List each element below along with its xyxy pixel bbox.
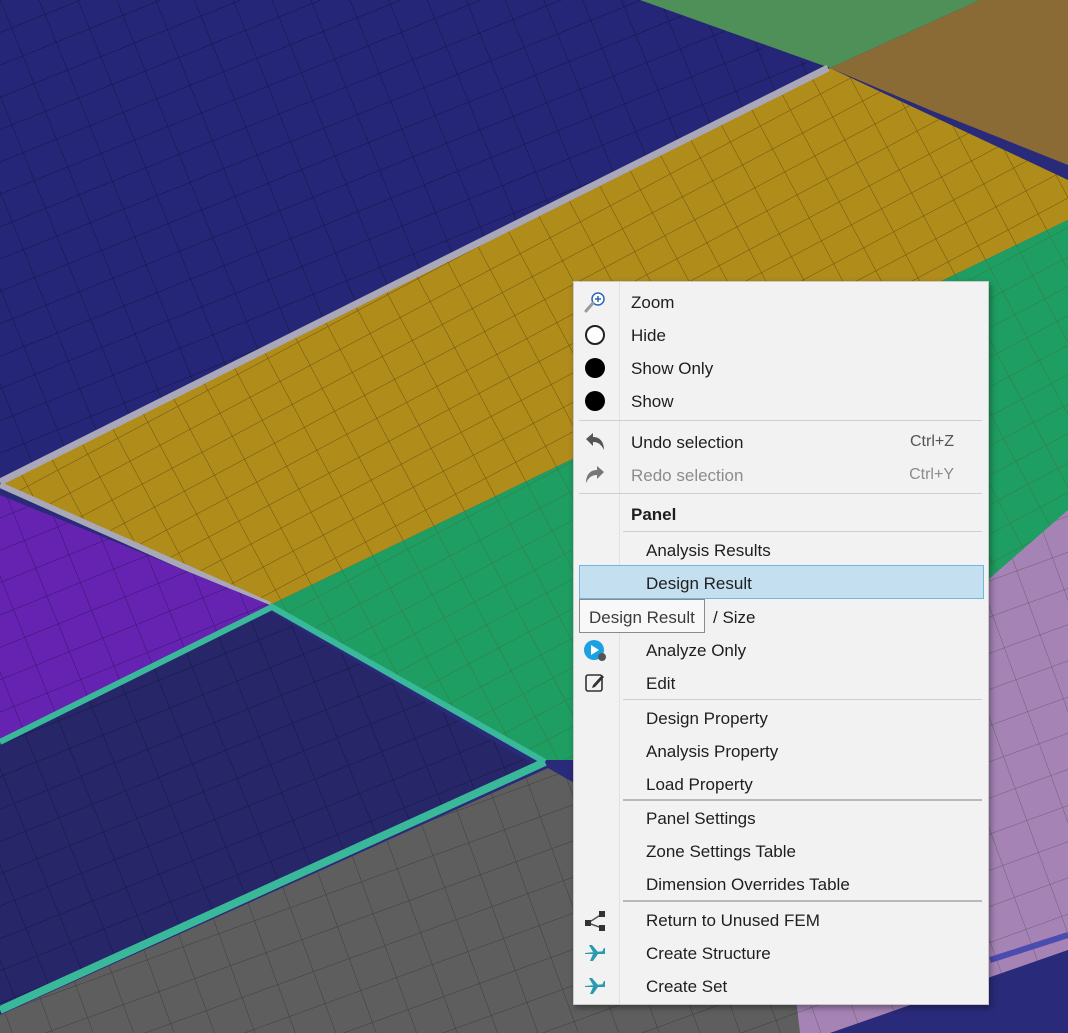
menu-item-label: Design Result <box>646 574 752 593</box>
menu-item-label: Create Set <box>646 977 728 996</box>
menu-separator <box>579 493 982 494</box>
menu-item-zone-settings-table[interactable]: Zone Settings Table <box>574 834 988 867</box>
hollow-circle-icon <box>585 325 605 345</box>
menu-item-edit[interactable]: Edit <box>574 666 988 699</box>
menu-item-label: Load Property <box>646 775 753 794</box>
section-header-label: Panel <box>631 505 677 524</box>
shortcut-label: Ctrl+Y <box>909 466 954 483</box>
menu-item-return-to-unused-fem[interactable]: Return to Unused FEM <box>574 903 988 936</box>
menu-item-label: Analysis Property <box>646 742 779 761</box>
filled-circle-icon <box>585 391 605 411</box>
context-menu: Zoom Hide Show Only Show Undo selection … <box>573 281 989 1005</box>
shortcut-label: Ctrl+Z <box>910 433 954 450</box>
menu-item-label: Return to Unused FEM <box>646 911 820 930</box>
menu-item-label: Hide <box>631 326 666 345</box>
menu-item-design-property[interactable]: Design Property <box>574 701 988 734</box>
play-analyze-icon <box>584 640 606 661</box>
menu-item-show-only[interactable]: Show Only <box>574 351 988 384</box>
tooltip: Design Result <box>579 599 705 633</box>
menu-item-label: / Size <box>713 608 756 627</box>
tooltip-text: Design Result <box>589 608 695 627</box>
menu-item-create-set[interactable]: Create Set <box>574 969 988 1002</box>
node-link-icon <box>585 911 605 931</box>
filled-circle-icon <box>585 358 605 378</box>
airplane-icon <box>585 978 605 994</box>
undo-arrow-icon <box>586 433 604 450</box>
menu-separator <box>623 900 982 902</box>
airplane-icon <box>585 945 605 961</box>
edit-icon <box>585 674 604 692</box>
menu-item-undo-selection[interactable]: Undo selection Ctrl+Z <box>574 425 988 458</box>
redo-arrow-icon <box>586 466 604 483</box>
menu-item-label: Dimension Overrides Table <box>646 875 850 894</box>
menu-item-label: Design Property <box>646 709 768 728</box>
menu-item-label: Panel Settings <box>646 809 756 828</box>
menu-item-label: Show <box>631 392 674 411</box>
zoom-icon <box>584 292 605 313</box>
menu-separator <box>623 699 982 700</box>
panel-section-header: Panel <box>574 498 988 530</box>
menu-item-label: Show Only <box>631 359 714 378</box>
menu-item-show[interactable]: Show <box>574 384 988 417</box>
menu-item-redo-selection[interactable]: Redo selection Ctrl+Y <box>574 458 988 491</box>
menu-item-label: Zoom <box>631 293 675 312</box>
menu-item-label: Undo selection <box>631 433 744 452</box>
menu-item-design-result[interactable]: Design Result <box>574 566 988 599</box>
menu-item-label: Analysis Results <box>646 541 771 560</box>
menu-item-label: Zone Settings Table <box>646 842 796 861</box>
menu-item-analyze-only[interactable]: Analyze Only <box>574 633 988 666</box>
menu-item-analysis-results[interactable]: Analysis Results <box>574 533 988 566</box>
menu-item-load-property[interactable]: Load Property <box>574 767 988 800</box>
menu-item-panel-settings[interactable]: Panel Settings <box>574 801 988 834</box>
menu-item-label: Edit <box>646 674 676 693</box>
menu-item-analysis-property[interactable]: Analysis Property <box>574 734 988 767</box>
menu-item-label: Analyze Only <box>646 641 747 660</box>
menu-item-dimension-overrides-table[interactable]: Dimension Overrides Table <box>574 867 988 900</box>
menu-item-label: Redo selection <box>631 466 744 485</box>
menu-item-create-structure[interactable]: Create Structure <box>574 936 988 969</box>
menu-item-zoom[interactable]: Zoom <box>574 285 988 318</box>
menu-item-hide[interactable]: Hide <box>574 318 988 351</box>
menu-item-label: Create Structure <box>646 944 771 963</box>
menu-separator <box>623 531 982 532</box>
menu-separator <box>579 420 982 421</box>
